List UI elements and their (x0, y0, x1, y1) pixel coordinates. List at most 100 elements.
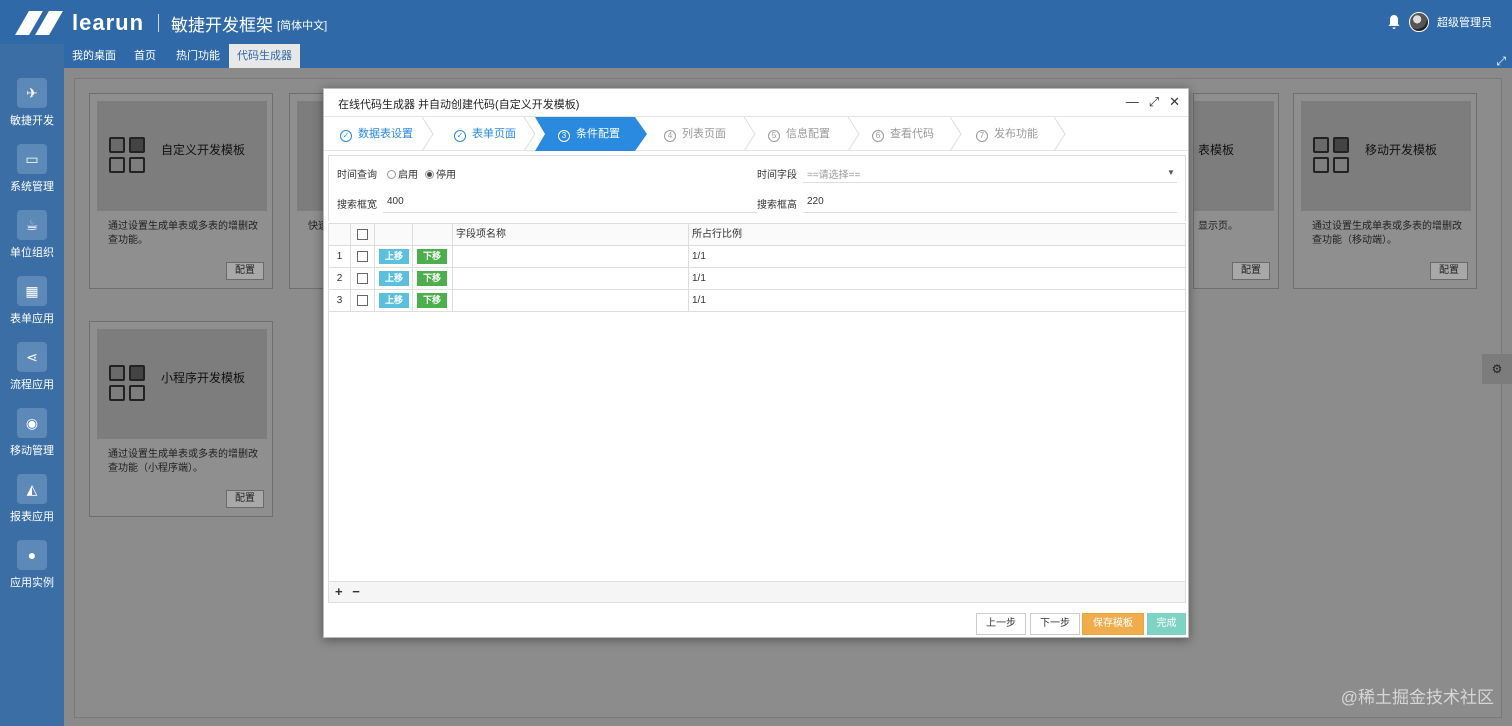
globe-icon: ● (17, 540, 47, 570)
gear-icon[interactable]: ⚙ (1482, 354, 1512, 384)
down-cell: 下移 (413, 246, 453, 267)
step-label: 列表页面 (682, 128, 726, 140)
sidebar-item-org[interactable]: ☕ 单位组织 (0, 200, 64, 266)
row-select-cell (351, 246, 375, 267)
row-index: 3 (329, 290, 351, 311)
bell-icon[interactable] (1387, 14, 1401, 30)
move-down-button[interactable]: 下移 (417, 293, 447, 308)
coffee-icon: ☕ (17, 210, 47, 240)
step-table-settings[interactable]: ✓ 数据表设置 (340, 117, 413, 151)
sidebar-item-label: 移动管理 (10, 445, 54, 457)
field-name-cell[interactable] (453, 246, 689, 267)
radio-disable[interactable]: 停用 (425, 166, 456, 181)
sidebar-item-reports[interactable]: ◭ 报表应用 (0, 464, 64, 530)
chevron-right-icon (422, 117, 434, 151)
avatar[interactable] (1409, 12, 1429, 32)
sidebar-item-workflow[interactable]: ⋖ 流程应用 (0, 332, 64, 398)
row-checkbox[interactable] (357, 251, 368, 262)
sidebar-item-system[interactable]: ▭ 系统管理 (0, 134, 64, 200)
row-checkbox[interactable] (357, 273, 368, 284)
remove-row-button[interactable]: − (352, 584, 360, 599)
field-name-header: 字段项名称 (453, 224, 689, 245)
config-button[interactable]: 配置 (1232, 262, 1270, 280)
language-switch[interactable]: [简体中文] (277, 17, 327, 33)
card-thumbnail: 表模板 (1194, 101, 1274, 211)
modal-footer: 上一步 下一步 保存模板 完成 (324, 609, 1188, 637)
up-cell: 上移 (375, 268, 413, 289)
step-list-page[interactable]: 4 列表页面 (664, 117, 726, 151)
save-template-button[interactable]: 保存模板 (1082, 613, 1144, 635)
field-name-cell[interactable] (453, 290, 689, 311)
chevron-right-icon (1054, 117, 1066, 151)
card-description: 通过设置生成单表或多表的增删改查功能。 (108, 221, 258, 246)
config-button[interactable]: 配置 (226, 262, 264, 280)
search-height-label: 搜索框高 (757, 200, 797, 211)
config-button[interactable]: 配置 (226, 490, 264, 508)
card-title: 小程序开发模板 (161, 371, 246, 385)
step-label: 数据表设置 (358, 128, 413, 140)
username[interactable]: 超级管理员 (1437, 14, 1492, 30)
tab-my-desktop[interactable]: 我的桌面 (64, 44, 124, 68)
up-cell: 上移 (375, 246, 413, 267)
sidebar-item-mobile[interactable]: ◉ 移动管理 (0, 398, 64, 464)
grid-icon (109, 137, 145, 173)
search-height-input[interactable]: 220 (807, 196, 824, 207)
step-label: 信息配置 (786, 128, 830, 140)
row-index: 2 (329, 268, 351, 289)
move-up-button[interactable]: 上移 (379, 293, 409, 308)
caret-down-icon[interactable]: ▼ (1167, 168, 1175, 177)
tab-code-generator[interactable]: 代码生成器 (229, 44, 300, 68)
code-generator-modal: 在线代码生成器 并自动创建代码(自定义开发模板) — ⤢ ✕ ✓ 数据表设置 ✓ 表… (323, 88, 1189, 638)
step-number: 6 (872, 130, 884, 142)
move-up-button[interactable]: 上移 (379, 271, 409, 286)
search-width-input[interactable]: 400 (387, 196, 404, 207)
step-publish[interactable]: 7 发布功能 (976, 117, 1038, 151)
step-condition-config[interactable]: 3 条件配置 (558, 117, 620, 151)
step-info-config[interactable]: 5 信息配置 (768, 117, 830, 151)
tab-bar: 我的桌面 首页 热门功能 代码生成器 ⤢ (64, 44, 1512, 68)
minimize-icon[interactable]: — (1126, 94, 1139, 110)
wizard-steps: ✓ 数据表设置 ✓ 表单页面 3 条件配置 4 列表页面 5 信息配置 6 查看代码 7 发布… (324, 117, 1188, 151)
close-icon[interactable]: ✕ (1169, 94, 1180, 110)
condition-form: 时间查询 启用 停用 时间字段 ==请选择== ▼ 搜索框宽 400 搜索框高 … (328, 155, 1186, 221)
tab-hot-functions[interactable]: 热门功能 (168, 44, 228, 68)
fullscreen-icon[interactable]: ⤢ (1496, 54, 1506, 69)
next-step-button[interactable]: 下一步 (1030, 613, 1080, 635)
move-down-button[interactable]: 下移 (417, 249, 447, 264)
card-title: 自定义开发模板 (161, 143, 246, 157)
grid-icon (1313, 137, 1349, 173)
move-up-button[interactable]: 上移 (379, 249, 409, 264)
sidebar-item-label: 流程应用 (10, 379, 54, 391)
step-form-page[interactable]: ✓ 表单页面 (454, 117, 516, 151)
template-card: 小程序开发模板 通过设置生成单表或多表的增删改查功能（小程序端）。 配置 (89, 321, 273, 517)
finish-button[interactable]: 完成 (1147, 613, 1186, 635)
down-column-header (413, 224, 453, 245)
area-chart-icon: ◭ (17, 474, 47, 504)
row-index: 1 (329, 246, 351, 267)
select-all-checkbox[interactable] (357, 229, 368, 240)
row-ratio-cell[interactable]: 1/1 (689, 246, 1185, 267)
step-view-code[interactable]: 6 查看代码 (872, 117, 934, 151)
sidebar-item-forms[interactable]: ▦ 表单应用 (0, 266, 64, 332)
sidebar-item-examples[interactable]: ● 应用实例 (0, 530, 64, 596)
row-checkbox[interactable] (357, 295, 368, 306)
prev-step-button[interactable]: 上一步 (976, 613, 1026, 635)
field-name-cell[interactable] (453, 268, 689, 289)
maximize-icon[interactable]: ⤢ (1149, 94, 1159, 110)
divider (803, 182, 1177, 183)
row-ratio-cell[interactable]: 1/1 (689, 290, 1185, 311)
move-down-button[interactable]: 下移 (417, 271, 447, 286)
add-row-button[interactable]: + (335, 584, 343, 599)
time-field-select[interactable]: ==请选择== (807, 166, 860, 181)
row-ratio-cell[interactable]: 1/1 (689, 268, 1185, 289)
sidebar-item-label: 表单应用 (10, 313, 54, 325)
top-header: learun 敏捷开发框架 [简体中文] 超级管理员 (0, 0, 1512, 44)
condition-table: 字段项名称 所占行比例 1 上移 下移 1/1 2 上移 下移 1/1 3 上移… (328, 223, 1186, 603)
radio-enable[interactable]: 启用 (387, 166, 418, 181)
logo-text: learun (72, 10, 145, 35)
sidebar-item-agile-dev[interactable]: ✈ 敏捷开发 (0, 68, 64, 134)
config-button[interactable]: 配置 (1430, 262, 1468, 280)
tab-home[interactable]: 首页 (126, 44, 164, 68)
index-column-header (329, 224, 351, 245)
step-label: 查看代码 (890, 128, 934, 140)
